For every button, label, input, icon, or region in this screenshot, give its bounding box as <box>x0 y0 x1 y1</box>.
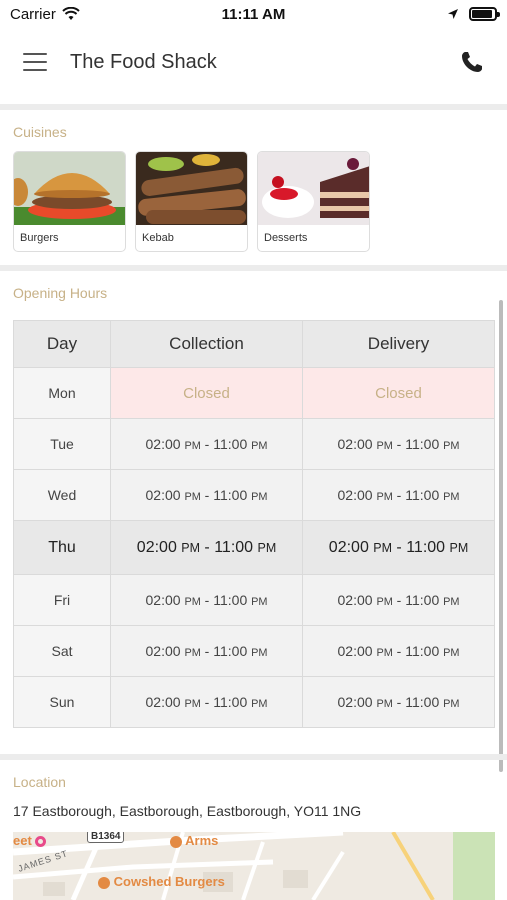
scrollbar[interactable] <box>499 300 503 772</box>
table-row: Tue 02:00 PM - 11:00 PM 02:00 PM - 11:00 P… <box>13 418 495 470</box>
delivery-hours-cell: 02:00 PM - 11:00 PM <box>302 574 495 626</box>
location-label: Location <box>13 774 66 790</box>
cuisine-name: Burgers <box>20 232 59 244</box>
table-header-row: Day Collection Delivery <box>13 320 495 368</box>
map-background <box>13 832 495 900</box>
column-header-delivery: Delivery <box>302 320 495 368</box>
cuisine-card-burgers[interactable]: Burgers <box>13 151 126 252</box>
status-bar: Carrier 11:11 AM <box>0 0 507 28</box>
nav-bar: The Food Shack <box>0 28 507 96</box>
page-title: The Food Shack <box>70 50 217 73</box>
section-divider <box>0 754 507 760</box>
map-poi-cowshed-burgers: Cowshed Burgers <box>98 874 225 889</box>
day-cell: Sun <box>13 676 111 728</box>
map-poi-label: eet <box>13 833 47 848</box>
opening-hours-body: Mon Closed Closed Tue 02:00 PM - 11:00 PM 02:… <box>13 367 495 728</box>
delivery-hours-cell: 02:00 PM - 11:00 PM <box>302 676 495 728</box>
desserts-image <box>258 152 369 225</box>
cuisine-card-desserts[interactable]: Desserts <box>257 151 370 252</box>
delivery-hours-cell: 02:00 PM - 11:00 PM <box>302 469 495 521</box>
delivery-hours-cell: 02:00 PM - 11:00 PM <box>302 418 495 470</box>
section-divider <box>0 104 507 110</box>
table-row: Fri 02:00 PM - 11:00 PM 02:00 PM - 11:00 P… <box>13 574 495 626</box>
table-row: Sun 02:00 PM - 11:00 PM 02:00 PM - 11:00 P… <box>13 676 495 728</box>
location-map[interactable]: eet B1364 JAMES ST Arms Cowshed Burgers <box>13 832 495 900</box>
column-header-collection: Collection <box>110 320 303 368</box>
cuisine-card-kebab[interactable]: Kebab <box>135 151 248 252</box>
delivery-hours-cell: Closed <box>302 367 495 419</box>
phone-icon[interactable] <box>457 47 487 77</box>
day-cell: Tue <box>13 418 111 470</box>
cuisine-name: Desserts <box>264 232 308 244</box>
collection-hours-cell: 02:00 PM - 11:00 PM <box>110 676 303 728</box>
status-time: 11:11 AM <box>221 5 286 23</box>
day-cell: Thu <box>13 520 111 575</box>
table-row: Wed 02:00 PM - 11:00 PM 02:00 PM - 11:00 P… <box>13 469 495 521</box>
address-text: 17 Eastborough, Eastborough, Eastborough… <box>13 803 362 819</box>
column-header-day: Day <box>13 320 111 368</box>
battery-fill <box>472 10 492 18</box>
collection-hours-cell: 02:00 PM - 11:00 PM <box>110 625 303 677</box>
hamburger-menu-icon[interactable] <box>20 51 50 73</box>
delivery-hours-cell: 02:00 PM - 11:00 PM <box>302 625 495 677</box>
day-cell: Wed <box>13 469 111 521</box>
day-cell: Fri <box>13 574 111 626</box>
collection-hours-cell: 02:00 PM - 11:00 PM <box>110 469 303 521</box>
cuisine-name: Kebab <box>142 232 174 244</box>
collection-hours-cell: 02:00 PM - 11:00 PM <box>110 520 303 575</box>
collection-hours-cell: Closed <box>110 367 303 419</box>
collection-hours-cell: 02:00 PM - 11:00 PM <box>110 418 303 470</box>
table-row: Thu 02:00 PM - 11:00 PM 02:00 PM - 11:00 P… <box>13 520 495 575</box>
section-divider <box>0 265 507 271</box>
day-cell: Mon <box>13 367 111 419</box>
cuisines-label: Cuisines <box>13 124 67 140</box>
table-row: Mon Closed Closed <box>13 367 495 419</box>
opening-hours-label: Opening Hours <box>13 285 108 301</box>
collection-hours-cell: 02:00 PM - 11:00 PM <box>110 574 303 626</box>
burger-image <box>14 152 125 225</box>
battery-icon <box>469 7 500 21</box>
table-row: Sat 02:00 PM - 11:00 PM 02:00 PM - 11:00 P… <box>13 625 495 677</box>
day-cell: Sat <box>13 625 111 677</box>
kebab-image <box>136 152 247 225</box>
cuisines-list: Burgers Kebab Desserts <box>13 151 370 252</box>
delivery-hours-cell: 02:00 PM - 11:00 PM <box>302 520 495 575</box>
map-poi-arms: Arms <box>170 833 218 848</box>
opening-hours-table: Day Collection Delivery Mon Closed Closed T… <box>13 320 495 728</box>
road-shield: B1364 <box>87 832 125 843</box>
